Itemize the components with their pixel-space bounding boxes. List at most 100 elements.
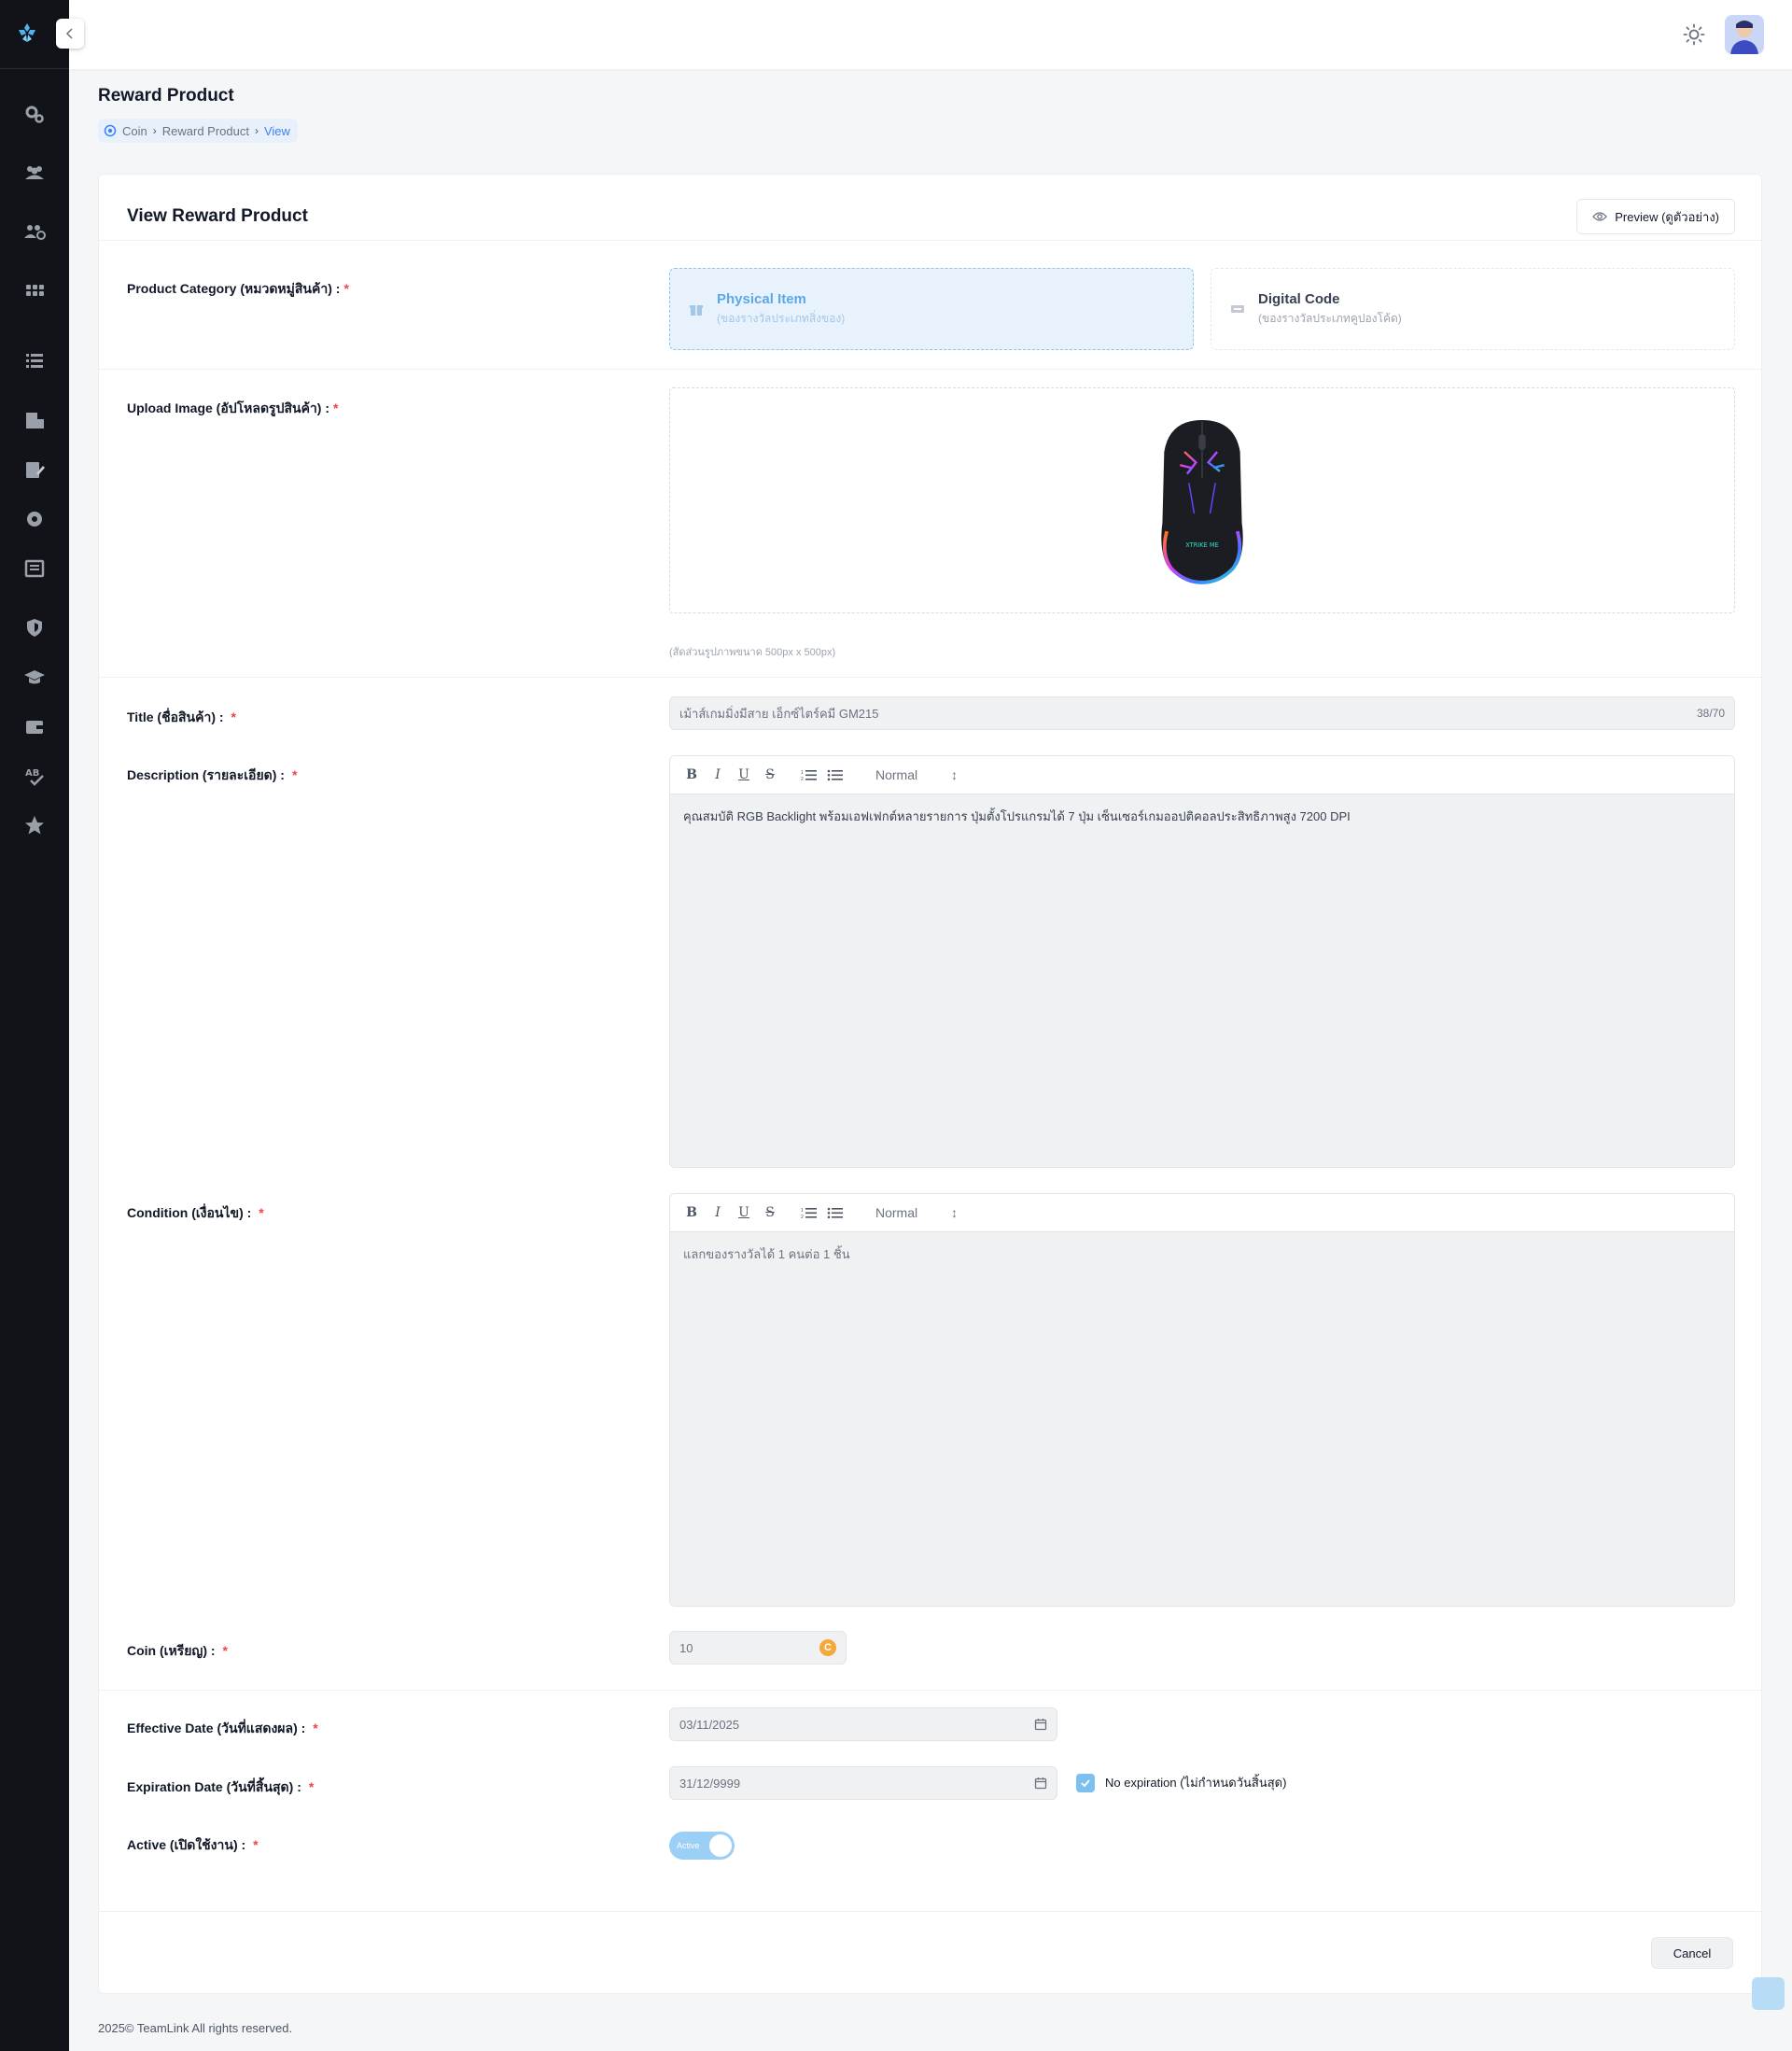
gift-icon xyxy=(690,305,703,316)
users-icon[interactable] xyxy=(22,162,47,184)
coin-value: 10 xyxy=(679,1640,693,1655)
title-char-counter: 38/70 xyxy=(1696,707,1725,720)
category-option-title: Physical Item xyxy=(717,290,806,307)
graduation-cap-icon[interactable] xyxy=(22,666,47,688)
wallet-icon[interactable] xyxy=(22,715,47,738)
star-icon[interactable] xyxy=(22,814,47,836)
svg-text:2: 2 xyxy=(801,777,804,781)
calendar-icon xyxy=(1034,1777,1047,1790)
category-option-digital[interactable]: Digital Code (ของรางวัลประเภทคูปองโค้ด) xyxy=(1211,268,1735,350)
effective-date-input[interactable]: 03/11/2025 xyxy=(669,1707,1057,1741)
bold-button[interactable]: B xyxy=(683,767,700,782)
chevron-right-icon: › xyxy=(152,124,157,137)
page-footer: 2025© TeamLink All rights reserved. xyxy=(98,2021,293,2035)
condition-label: Condition (เงื่อนไข) : * xyxy=(127,1205,264,1220)
underline-button[interactable]: U xyxy=(735,767,752,782)
page-title: Reward Product xyxy=(98,86,234,105)
active-label: Active (เปิดใช้งาน) : * xyxy=(127,1837,259,1852)
target-icon xyxy=(104,124,117,137)
sun-icon[interactable] xyxy=(1682,22,1706,47)
breadcrumb-item-coin[interactable]: Coin xyxy=(122,124,147,138)
spellcheck-icon[interactable]: AB xyxy=(22,765,47,787)
settings-gears-icon[interactable] xyxy=(22,103,47,125)
category-label: Product Category (หมวดหมู่สินค้า) : * xyxy=(127,281,349,296)
svg-text:1: 1 xyxy=(801,770,804,776)
toggle-text: Active xyxy=(677,1841,700,1850)
eye-icon xyxy=(1592,212,1608,221)
editor-toolbar: B I U S 12 Normal ↕ xyxy=(670,1194,1734,1232)
chevron-left-icon xyxy=(65,28,73,39)
breadcrumb-item-reward-product[interactable]: Reward Product xyxy=(162,124,249,138)
category-option-subtitle: (ของรางวัลประเภทสิ่งของ) xyxy=(717,311,846,325)
checkmark-icon xyxy=(1081,1779,1090,1788)
bold-button[interactable]: B xyxy=(683,1205,700,1220)
no-expiration-checkbox[interactable] xyxy=(1076,1774,1095,1792)
user-group-icon[interactable] xyxy=(22,220,47,243)
strike-button[interactable]: S xyxy=(762,767,778,782)
apps-icon[interactable] xyxy=(22,279,47,302)
upload-size-hint: (สัดส่วนรูปภาพขนาด 500px x 500px) xyxy=(669,647,836,658)
description-editor[interactable]: B I U S 12 Normal ↕ คุณสมบัติ RGB Backlig… xyxy=(669,755,1735,1168)
shield-icon[interactable] xyxy=(22,616,47,639)
strike-button[interactable]: S xyxy=(762,1205,778,1220)
expiration-date-input[interactable]: 31/12/9999 xyxy=(669,1766,1057,1800)
footer-divider xyxy=(99,1911,1761,1912)
section-divider xyxy=(99,369,1761,370)
top-bar xyxy=(69,0,1792,69)
editor-toolbar: B I U S 12 Normal ↕ xyxy=(670,756,1734,794)
condition-editor[interactable]: B I U S 12 Normal ↕ แลกของรางวัลได้ 1 คนต… xyxy=(669,1193,1735,1607)
chevron-right-icon: › xyxy=(254,124,259,137)
coin-input[interactable]: 10 C xyxy=(669,1631,847,1665)
breadcrumb-item-view: View xyxy=(263,123,290,138)
badge-icon[interactable] xyxy=(22,508,47,530)
expiration-date-label: Expiration Date (วันที่สิ้นสุด) : * xyxy=(127,1779,315,1794)
card-title: View Reward Product xyxy=(127,206,308,226)
bullet-list-icon[interactable] xyxy=(827,1206,844,1219)
format-select[interactable]: Normal ↕ xyxy=(875,767,958,782)
newspaper-icon[interactable] xyxy=(22,557,47,580)
header-divider xyxy=(99,240,1761,241)
condition-content: แลกของรางวัลได้ 1 คนต่อ 1 ชิ้น xyxy=(670,1232,1734,1606)
logo-divider xyxy=(0,68,69,69)
upload-image-label: Upload Image (อัปโหลดรูปสินค้า) : * xyxy=(127,400,339,415)
title-value: เม้าส์เกมมิ่งมีสาย เอ็กซ์ไตร์คมี GM215 xyxy=(679,706,879,721)
title-input[interactable]: เม้าส์เกมมิ่งมีสาย เอ็กซ์ไตร์คมี GM215 3… xyxy=(669,696,1735,730)
title-label: Title (ชื่อสินค้า) : * xyxy=(127,709,236,724)
view-reward-product-card: View Reward Product Preview (ดูตัวอย่าง)… xyxy=(98,174,1762,1994)
category-option-physical[interactable]: Physical Item (ของรางวัลประเภทสิ่งของ) xyxy=(669,268,1194,350)
active-toggle[interactable]: Active xyxy=(669,1832,735,1860)
no-expiration-label: No expiration (ไม่กำหนดวันสิ้นสุด) xyxy=(1105,1776,1287,1790)
effective-date-label: Effective Date (วันที่แสดงผล) : * xyxy=(127,1721,318,1735)
coin-icon: C xyxy=(819,1639,836,1656)
ordered-list-icon[interactable]: 12 xyxy=(801,768,818,781)
svg-text:1: 1 xyxy=(801,1208,804,1214)
product-image: XTRIKE ME xyxy=(1161,419,1243,584)
expiration-date-value: 31/12/9999 xyxy=(679,1776,741,1791)
calendar-icon xyxy=(1034,1719,1047,1731)
preview-button[interactable]: Preview (ดูตัวอย่าง) xyxy=(1576,199,1735,234)
select-arrows-icon: ↕ xyxy=(951,1205,958,1220)
ordered-list-icon[interactable]: 12 xyxy=(801,1206,818,1219)
image-upload-area[interactable]: XTRIKE ME xyxy=(669,387,1735,613)
description-label: Description (รายละเอียด) : * xyxy=(127,767,298,782)
sidebar: AB xyxy=(0,0,69,2051)
italic-button[interactable]: I xyxy=(709,767,726,782)
user-avatar[interactable] xyxy=(1725,15,1764,54)
cancel-button[interactable]: Cancel xyxy=(1651,1937,1733,1969)
select-arrows-icon: ↕ xyxy=(951,767,958,782)
coin-label: Coin (เหรียญ) : * xyxy=(127,1643,228,1658)
category-option-subtitle: (ของรางวัลประเภทคูปองโค้ด) xyxy=(1258,311,1402,325)
bullet-list-icon[interactable] xyxy=(827,768,844,781)
sidebar-collapse-button[interactable] xyxy=(56,19,84,49)
edit-document-icon[interactable] xyxy=(22,458,47,481)
section-divider xyxy=(99,677,1761,678)
breadcrumb: Coin › Reward Product › View xyxy=(98,119,298,143)
underline-button[interactable]: U xyxy=(735,1205,752,1220)
format-select[interactable]: Normal ↕ xyxy=(875,1205,958,1220)
scroll-to-top-button[interactable] xyxy=(1752,1977,1785,2010)
italic-button[interactable]: I xyxy=(709,1205,726,1220)
list-icon[interactable] xyxy=(22,349,47,372)
building-icon[interactable] xyxy=(22,409,47,431)
preview-button-label: Preview (ดูตัวอย่าง) xyxy=(1615,209,1719,224)
app-logo[interactable] xyxy=(15,21,39,45)
